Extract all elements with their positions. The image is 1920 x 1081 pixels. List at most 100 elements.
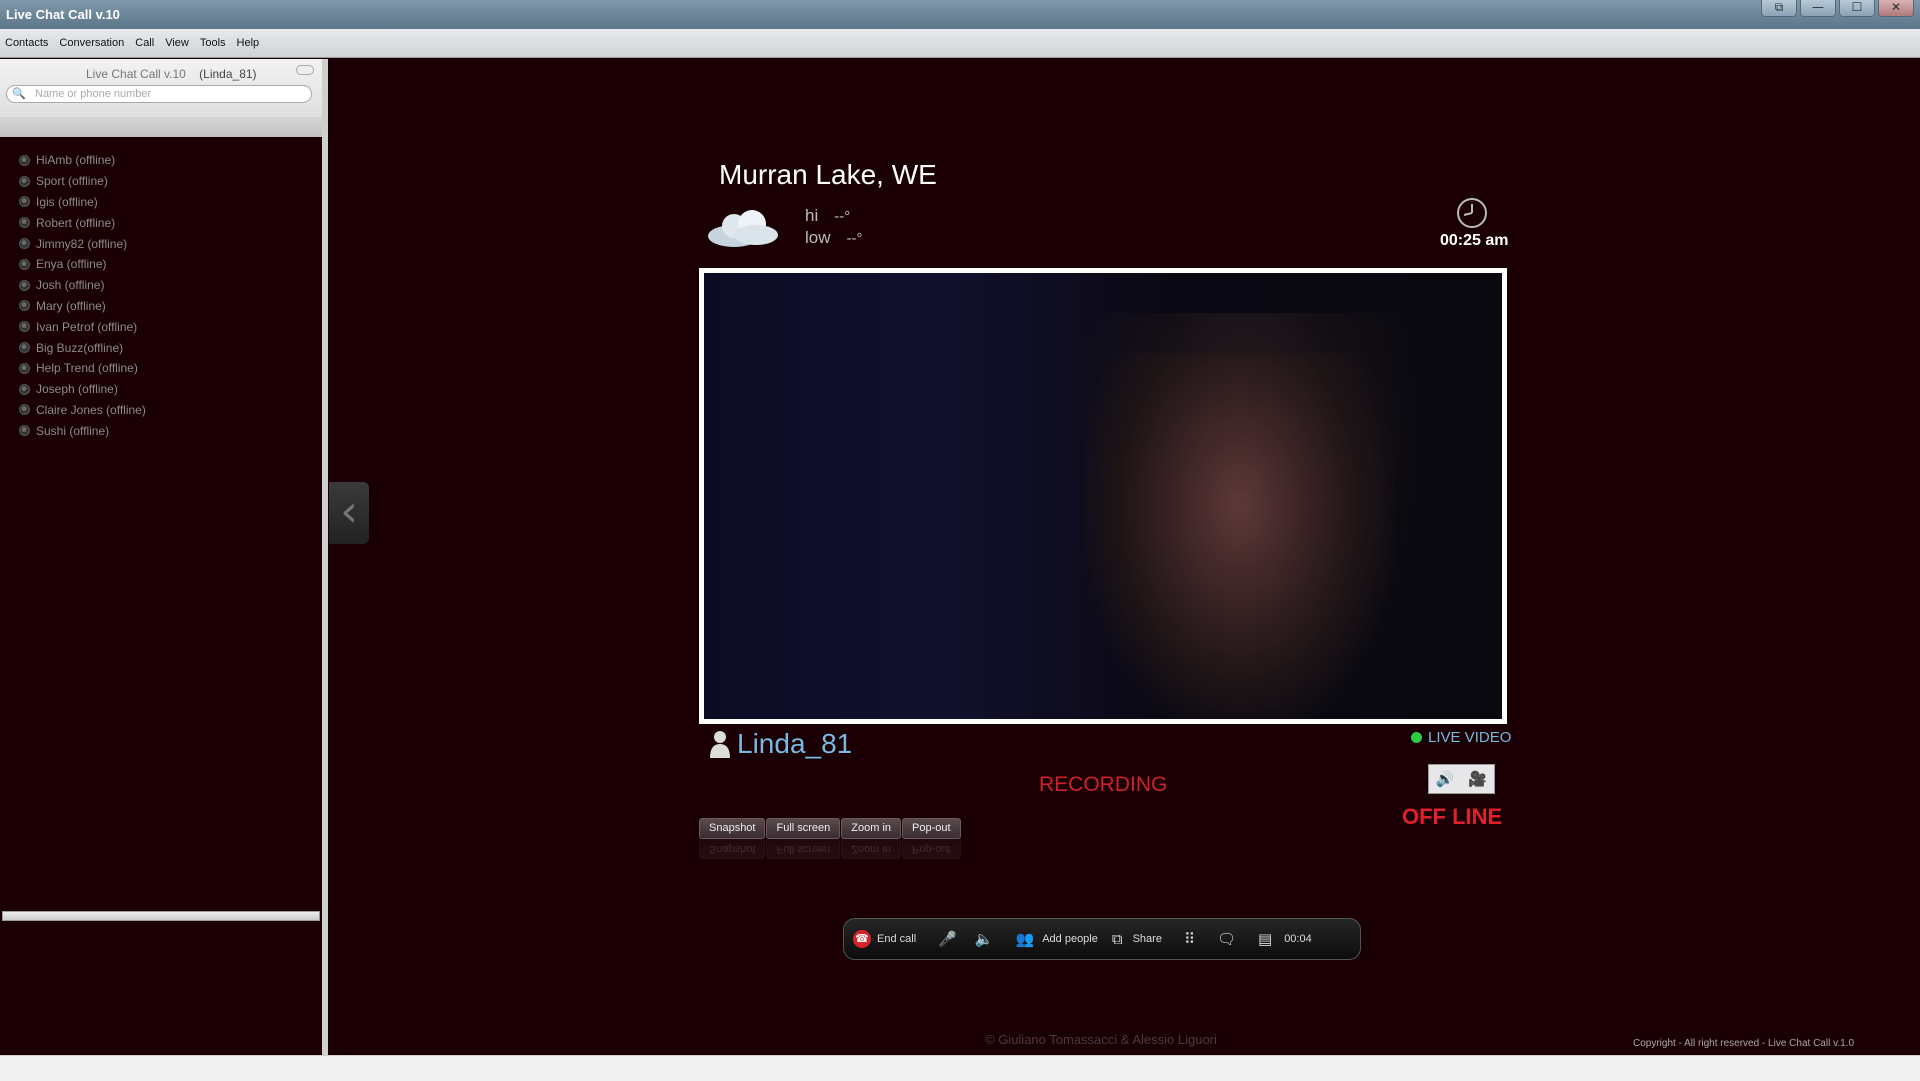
copyright-text: Copyright - All right reserved - Live Ch… <box>1633 1038 1855 1049</box>
contact-item[interactable]: Joseph (offline) <box>0 379 322 400</box>
volume-icon[interactable]: 🔈 <box>975 930 994 948</box>
search-icon: 🔍 <box>12 88 26 100</box>
user-icon <box>710 731 730 758</box>
offline-status-icon <box>19 404 30 416</box>
popout-reflection: Pop-out <box>902 838 961 859</box>
offline-status-icon <box>19 196 30 208</box>
contact-name: Mary (offline) <box>36 298 106 313</box>
share-screen-icon: ⧉ <box>1111 930 1123 948</box>
restore-button[interactable]: ⧉ <box>1761 0 1797 17</box>
menu-contacts[interactable]: Contacts <box>5 37 48 49</box>
snapshot-button[interactable]: Snapshot <box>699 818 766 839</box>
live-video-indicator: LIVE VIDEO <box>1411 729 1511 746</box>
offline-status-icon <box>19 175 30 187</box>
search-input[interactable] <box>35 87 305 101</box>
status-bar <box>0 1055 1920 1081</box>
zoom-in-button[interactable]: Zoom in <box>841 818 902 839</box>
recording-label: RECORDING <box>1039 773 1168 796</box>
share-button[interactable]: ⧉ Share <box>1112 930 1162 948</box>
add-people-button[interactable]: 👥 Add people <box>1016 930 1098 948</box>
share-label: Share <box>1132 933 1162 945</box>
menu-tools[interactable]: Tools <box>200 37 226 49</box>
sidebar-splitter[interactable] <box>322 59 328 1055</box>
menu-bar: Contacts Conversation Call View Tools He… <box>0 29 1920 58</box>
video-frame <box>699 268 1507 724</box>
mute-microphone-icon[interactable]: 🎤 <box>938 930 957 948</box>
offline-status-icon <box>19 362 30 374</box>
contact-item[interactable]: Igis (offline) <box>0 192 322 213</box>
contact-item[interactable]: Ivan Petrof (offline) <box>0 316 322 337</box>
video-tools: Snapshot Full screen Zoom in Pop-out <box>699 818 962 839</box>
contact-name: Robert (offline) <box>36 215 116 230</box>
video-subject-face <box>1084 353 1394 719</box>
contact-name: Igis (offline) <box>36 194 98 209</box>
offline-status-icon <box>19 217 30 229</box>
offline-status-icon <box>19 154 30 166</box>
video-tools-reflection: Snapshot Full screen Zoom in Pop-out <box>699 838 962 859</box>
video-camera-icon[interactable]: 🎥 <box>1468 770 1487 788</box>
cloud-icon <box>708 210 778 247</box>
contact-item[interactable]: Big Buzz(offline) <box>0 337 322 358</box>
offline-status-icon <box>19 279 30 291</box>
contact-name: Jimmy82 (offline) <box>36 236 128 251</box>
sidebar-user-label: (Linda_81) <box>199 67 257 81</box>
sidebar-scrollbar[interactable] <box>2 911 320 921</box>
maximize-button[interactable]: ☐ <box>1839 0 1875 17</box>
window-controls: ⧉ — ☐ ✕ <box>1761 0 1914 18</box>
weather-location: Murran Lake, WE <box>719 159 937 190</box>
sidebar-divider <box>0 117 322 137</box>
contact-item[interactable]: Sport (offline) <box>0 171 322 192</box>
close-button[interactable]: ✕ <box>1878 0 1914 17</box>
offline-status-icon <box>19 238 30 250</box>
contact-name: Claire Jones (offline) <box>36 402 146 417</box>
contact-name: Josh (offline) <box>36 278 105 293</box>
snapshot-reflection: Snapshot <box>699 838 766 859</box>
contact-item[interactable]: Help Trend (offline) <box>0 358 322 379</box>
call-timer: 00:04 <box>1284 933 1312 945</box>
contact-name: Help Trend (offline) <box>36 361 138 376</box>
minimize-button[interactable]: — <box>1800 0 1836 17</box>
contact-item[interactable]: Josh (offline) <box>0 275 322 296</box>
popout-button[interactable]: Pop-out <box>902 818 961 839</box>
av-status-box: 🔊 🎥 <box>1428 764 1495 794</box>
live-video-label: LIVE VIDEO <box>1428 729 1512 746</box>
sidebar-app-label: Live Chat Call v.10 <box>86 67 186 81</box>
contact-item[interactable]: Sushi (offline) <box>0 420 322 441</box>
sidebar-title: Live Chat Call v.10 (Linda_81) <box>86 67 257 81</box>
call-toolbar: ☎ End call 🎤 🔈 👥 Add people ⧉ Share ⠿ 🗨 … <box>843 918 1361 960</box>
weather-hi: hi --° <box>805 206 850 226</box>
title-bar: Live Chat Call v.10 ⧉ — ☐ ✕ <box>0 0 1920 29</box>
sidebar-toggle[interactable] <box>296 65 314 75</box>
contact-name: Ivan Petrof (offline) <box>36 319 138 334</box>
fullscreen-reflection: Full screen <box>766 838 841 859</box>
add-people-label: Add people <box>1042 933 1098 945</box>
signal-strength-icon[interactable]: ▤ <box>1258 930 1272 948</box>
collapse-sidebar-button[interactable]: ‹ <box>329 482 369 544</box>
low-label: low <box>805 228 831 247</box>
offline-status-icon <box>19 258 30 270</box>
end-call-button[interactable]: ☎ End call <box>853 930 916 948</box>
contact-item[interactable]: Jimmy82 (offline) <box>0 233 322 254</box>
offline-status-icon <box>19 383 30 395</box>
contact-item[interactable]: HiAmb (offline) <box>0 150 322 171</box>
contact-item[interactable]: Robert (offline) <box>0 212 322 233</box>
chat-bubble-icon[interactable]: 🗨 <box>1217 930 1236 948</box>
video-feed[interactable] <box>704 273 1502 719</box>
offline-status-icon <box>19 342 30 354</box>
hang-up-icon: ☎ <box>853 930 871 948</box>
local-time: 00:25 am <box>1440 232 1509 249</box>
dialpad-icon[interactable]: ⠿ <box>1184 930 1195 948</box>
hi-value: --° <box>834 208 851 225</box>
contact-item[interactable]: Mary (offline) <box>0 296 322 317</box>
speaker-icon[interactable]: 🔊 <box>1436 770 1455 788</box>
window-title: Live Chat Call v.10 <box>6 7 120 22</box>
weather-low: low --° <box>805 228 863 248</box>
contact-item[interactable]: Enya (offline) <box>0 254 322 275</box>
contact-item[interactable]: Claire Jones (offline) <box>0 400 322 421</box>
menu-view[interactable]: View <box>165 37 189 49</box>
menu-conversation[interactable]: Conversation <box>59 37 124 49</box>
offline-status-icon <box>19 300 30 312</box>
menu-help[interactable]: Help <box>237 37 260 49</box>
menu-call[interactable]: Call <box>135 37 154 49</box>
fullscreen-button[interactable]: Full screen <box>766 818 841 839</box>
